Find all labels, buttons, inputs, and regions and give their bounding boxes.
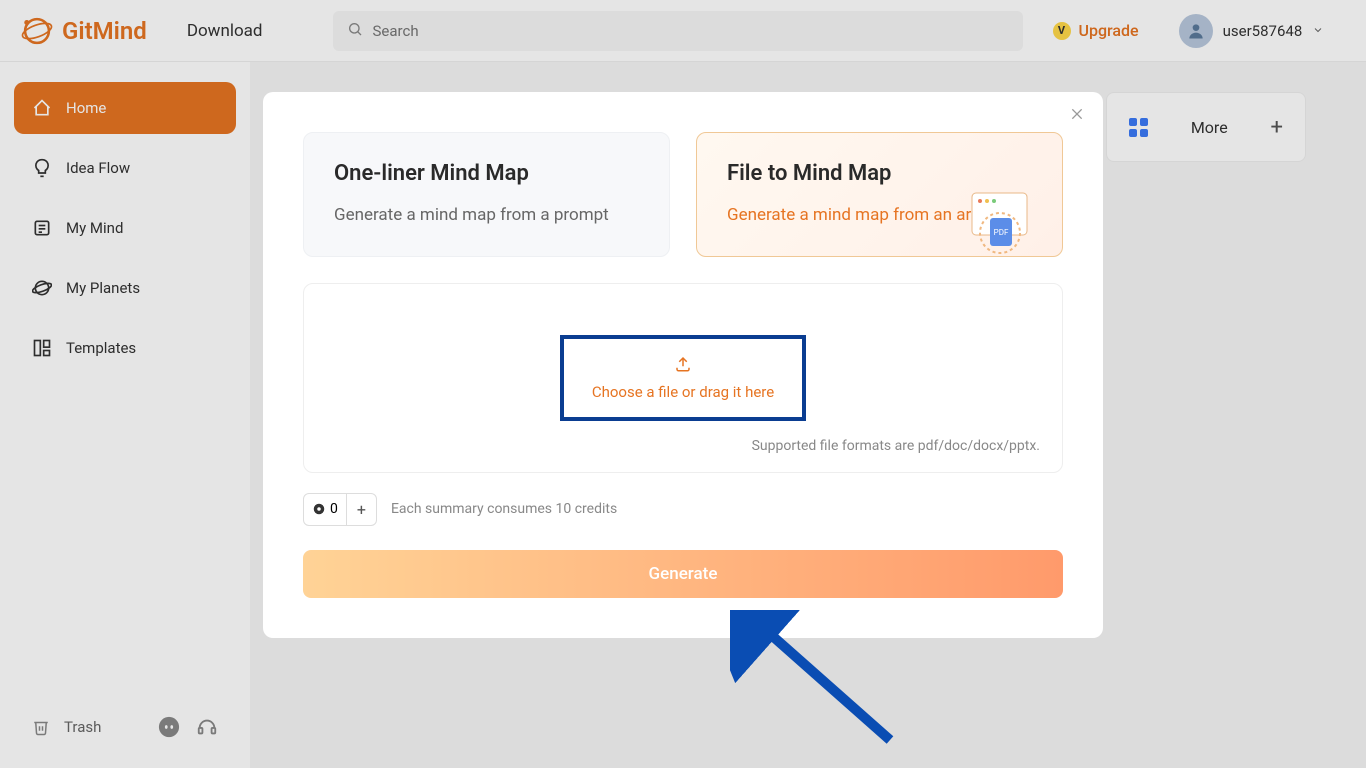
generate-button[interactable]: Generate <box>303 550 1063 598</box>
credit-hint: Each summary consumes 10 credits <box>391 501 617 517</box>
credit-value: 0 <box>330 501 338 517</box>
svg-text:PDF: PDF <box>994 228 1009 237</box>
add-credit-button[interactable]: + <box>346 494 376 525</box>
choose-file-label: Choose a file or drag it here <box>592 383 774 401</box>
option-desc: Generate a mind map from a prompt <box>334 204 639 228</box>
file-decoration-icon: PDF <box>952 183 1042 273</box>
ai-modal: One-liner Mind Map Generate a mind map f… <box>263 92 1103 638</box>
upload-icon <box>674 355 692 377</box>
credit-counter: 0 + <box>303 493 377 526</box>
option-title: One-liner Mind Map <box>334 161 639 186</box>
credits-row: 0 + Each summary consumes 10 credits <box>303 493 1063 526</box>
credit-count-display: 0 <box>304 495 346 523</box>
supported-formats: Supported file formats are pdf/doc/docx/… <box>752 438 1040 454</box>
file-dropzone[interactable]: Choose a file or drag it here Supported … <box>303 283 1063 473</box>
close-button[interactable] <box>1069 106 1085 127</box>
option-one-liner[interactable]: One-liner Mind Map Generate a mind map f… <box>303 132 670 257</box>
option-file-to-mindmap[interactable]: File to Mind Map Generate a mind map fro… <box>696 132 1063 257</box>
choose-file-button[interactable]: Choose a file or drag it here <box>560 335 806 421</box>
eye-icon <box>312 502 326 516</box>
